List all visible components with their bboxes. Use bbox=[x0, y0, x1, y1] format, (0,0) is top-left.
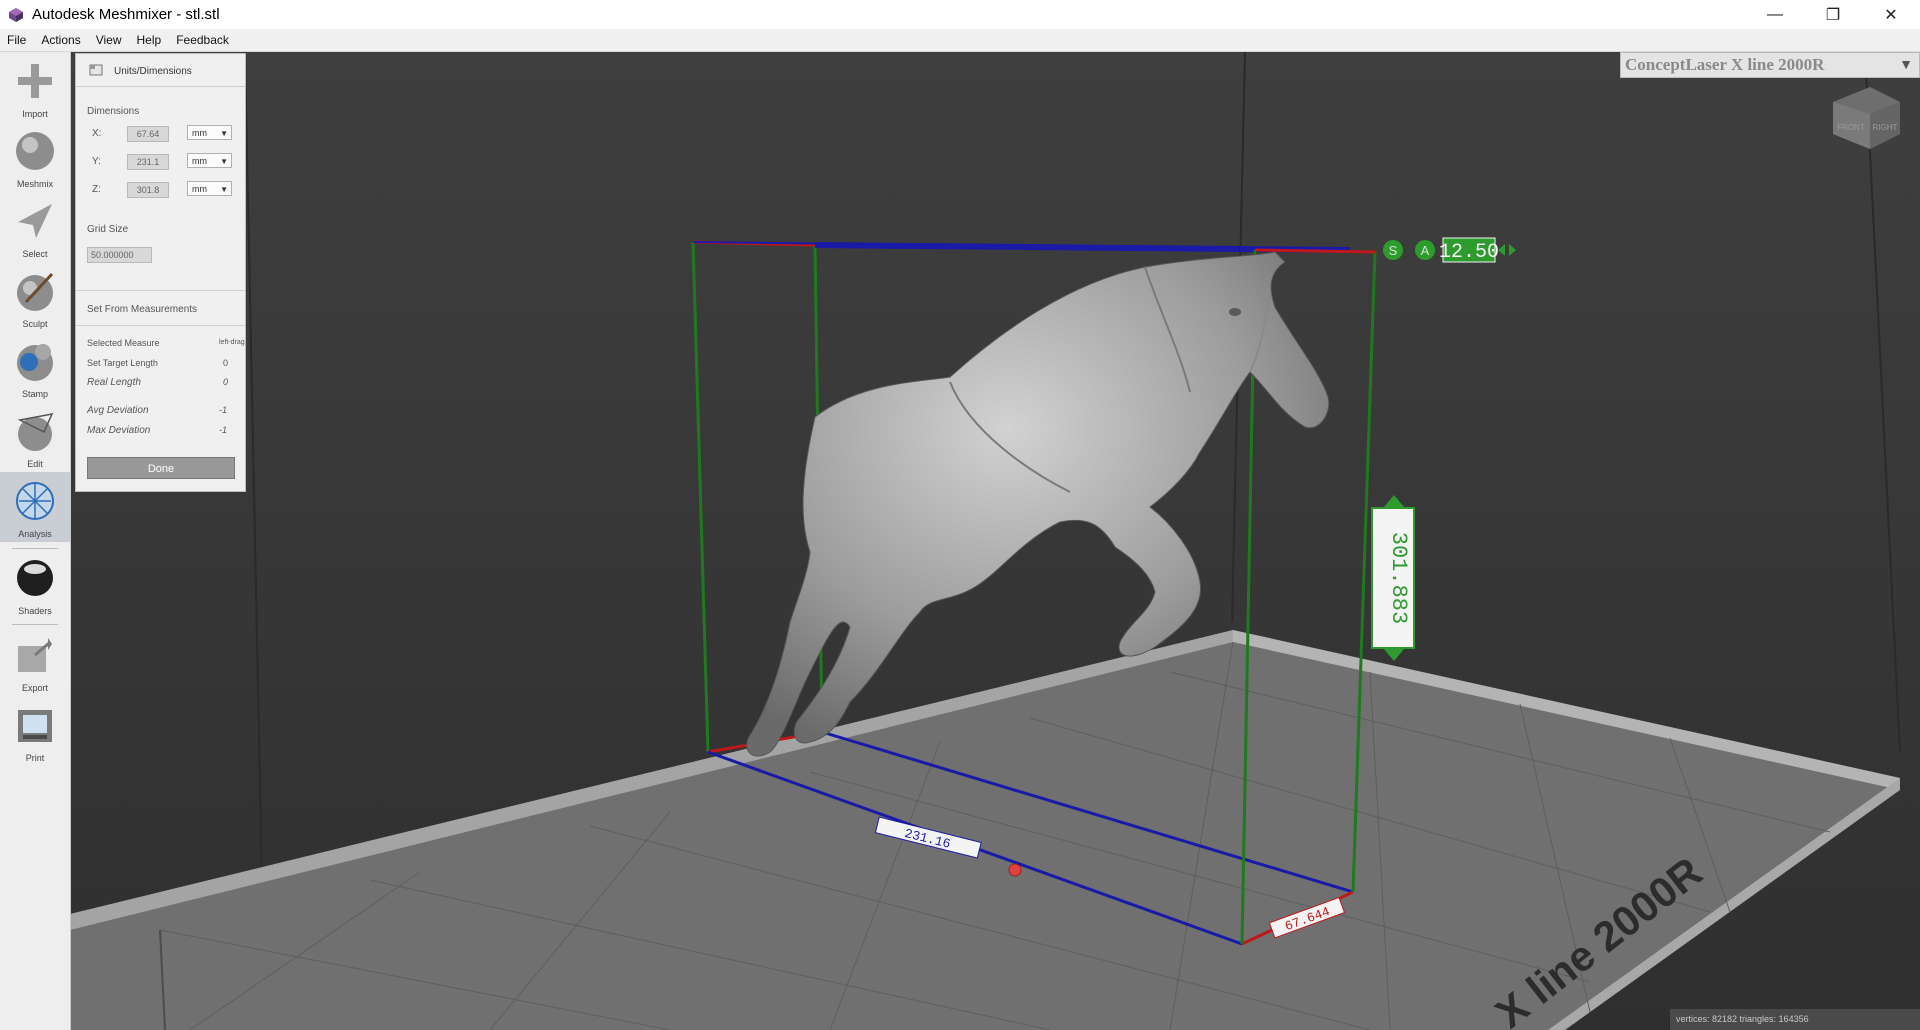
real-length-label: Real Length bbox=[87, 377, 141, 388]
avg-deviation-value: -1 bbox=[219, 405, 228, 415]
menu-feedback[interactable]: Feedback bbox=[169, 33, 237, 47]
y-unit-value: mm bbox=[192, 156, 207, 166]
align-toggle-label: A bbox=[1421, 243, 1430, 258]
x-unit-select[interactable]: mm ▼ bbox=[187, 125, 232, 140]
printer-icon bbox=[18, 710, 52, 742]
window-controls: — ❐ ✕ bbox=[1746, 0, 1920, 29]
panel-collapse-icon[interactable] bbox=[89, 64, 103, 76]
printer-name: ConceptLaser X line 2000R bbox=[1625, 55, 1825, 74]
tool-sculpt[interactable]: Sculpt bbox=[0, 262, 70, 332]
shader-sphere-icon bbox=[17, 560, 53, 596]
tool-select[interactable]: Select bbox=[0, 192, 70, 262]
x-dimension-field[interactable]: 67.64 bbox=[127, 126, 169, 142]
panel-title: Units/Dimensions bbox=[114, 66, 192, 77]
left-toolbar: Import Meshmix Select Sculpt Stamp Edit bbox=[0, 52, 71, 1030]
tool-stamp-label: Stamp bbox=[21, 389, 48, 399]
printer-select[interactable]: ConceptLaser X line 2000R ▼ bbox=[1620, 52, 1920, 78]
chevron-down-icon: ▼ bbox=[220, 185, 228, 194]
grid-size-heading: Grid Size bbox=[87, 224, 129, 235]
minimize-button[interactable]: — bbox=[1746, 0, 1804, 29]
tool-print[interactable]: Print bbox=[0, 696, 70, 766]
viewport-3d[interactable]: X line 2000R 231.16 67.644 301.883 S A 1… bbox=[70, 52, 1920, 1030]
gizmo-value-label: 12.50 bbox=[1439, 241, 1499, 264]
grid-size-field[interactable]: 50.000000 bbox=[87, 247, 152, 263]
set-target-length-value[interactable]: 0 bbox=[223, 358, 228, 368]
tool-import-label: Import bbox=[22, 109, 48, 119]
z-unit-select[interactable]: mm ▼ bbox=[187, 181, 232, 196]
tool-select-label: Select bbox=[22, 249, 48, 259]
z-label: Z: bbox=[92, 184, 101, 195]
menu-actions[interactable]: Actions bbox=[34, 33, 88, 47]
x-label: X: bbox=[92, 128, 102, 139]
edit-sphere-icon bbox=[17, 412, 54, 451]
panel-header: Units/Dimensions bbox=[76, 54, 245, 87]
meshmixer-logo-icon bbox=[9, 7, 23, 22]
mesh-stats: vertices: 82182 triangles: 164356 bbox=[1670, 1009, 1920, 1030]
bunny-sphere-icon bbox=[16, 132, 54, 170]
z-unit-value: mm bbox=[192, 184, 207, 194]
divider bbox=[76, 325, 245, 326]
set-target-length-label: Set Target Length bbox=[87, 358, 158, 368]
view-cube-front-label: FRONT bbox=[1837, 123, 1865, 132]
tool-stamp[interactable]: Stamp bbox=[0, 332, 70, 402]
view-cube-right-label: RIGHT bbox=[1873, 123, 1898, 132]
tool-edit-label: Edit bbox=[27, 459, 43, 469]
max-deviation-value: -1 bbox=[219, 425, 228, 435]
tool-analysis[interactable]: Analysis bbox=[0, 472, 70, 542]
arrow-cursor-icon bbox=[18, 204, 52, 238]
menu-bar: File Actions View Help Feedback bbox=[0, 29, 1920, 52]
dimensions-heading: Dimensions bbox=[87, 106, 140, 117]
menu-view[interactable]: View bbox=[89, 33, 130, 47]
tool-import[interactable]: Import bbox=[0, 52, 70, 122]
x-unit-value: mm bbox=[192, 128, 207, 138]
bed-center-marker bbox=[1008, 863, 1022, 877]
tool-shaders[interactable]: Shaders bbox=[0, 549, 70, 619]
stamp-sphere-icon bbox=[17, 344, 53, 381]
max-deviation-label: Max Deviation bbox=[87, 425, 151, 436]
maximize-button[interactable]: ❐ bbox=[1804, 0, 1862, 29]
close-button[interactable]: ✕ bbox=[1862, 0, 1920, 29]
divider bbox=[76, 290, 245, 291]
menu-help[interactable]: Help bbox=[130, 33, 170, 47]
tool-sculpt-label: Sculpt bbox=[22, 319, 48, 329]
set-from-measurements-heading: Set From Measurements bbox=[87, 304, 198, 315]
tool-export-label: Export bbox=[21, 683, 48, 693]
tool-export[interactable]: Export bbox=[0, 626, 70, 696]
chevron-down-icon: ▼ bbox=[1899, 58, 1913, 73]
window-title: Autodesk Meshmixer - stl.stl bbox=[32, 6, 220, 23]
y-dimension-field[interactable]: 231.1 bbox=[127, 154, 169, 170]
z-dimension-field[interactable]: 301.8 bbox=[127, 182, 169, 198]
y-label: Y: bbox=[92, 156, 101, 167]
tool-print-label: Print bbox=[25, 753, 45, 763]
avg-deviation-label: Avg Deviation bbox=[87, 405, 149, 416]
analysis-sphere-icon bbox=[16, 482, 54, 520]
plus-icon bbox=[18, 64, 52, 98]
selected-measure-label: Selected Measure bbox=[87, 338, 160, 348]
tool-meshmix-label: Meshmix bbox=[16, 179, 53, 189]
selected-measure-value: left-drag bbox=[219, 339, 245, 346]
real-length-value: 0 bbox=[223, 377, 229, 387]
toolbar-divider bbox=[12, 624, 58, 625]
chevron-down-icon: ▼ bbox=[220, 129, 228, 138]
done-button[interactable]: Done bbox=[87, 457, 235, 479]
export-icon bbox=[18, 638, 52, 672]
brush-sphere-icon bbox=[17, 272, 54, 311]
tool-analysis-label: Analysis bbox=[18, 529, 52, 539]
y-unit-select[interactable]: mm ▼ bbox=[187, 153, 232, 168]
menu-file[interactable]: File bbox=[0, 33, 34, 47]
tool-meshmix[interactable]: Meshmix bbox=[0, 122, 70, 192]
tool-shaders-label: Shaders bbox=[18, 606, 52, 616]
title-bar: Autodesk Meshmixer - stl.stl — ❐ ✕ bbox=[0, 0, 1920, 29]
scale-toggle-label: S bbox=[1389, 243, 1398, 258]
height-measurement-label: 301.883 bbox=[1386, 532, 1411, 624]
chevron-down-icon: ▼ bbox=[220, 157, 228, 166]
tool-edit[interactable]: Edit bbox=[0, 402, 70, 472]
units-dimensions-panel: Units/Dimensions Dimensions X: 67.64 mm ▼… bbox=[75, 53, 246, 492]
